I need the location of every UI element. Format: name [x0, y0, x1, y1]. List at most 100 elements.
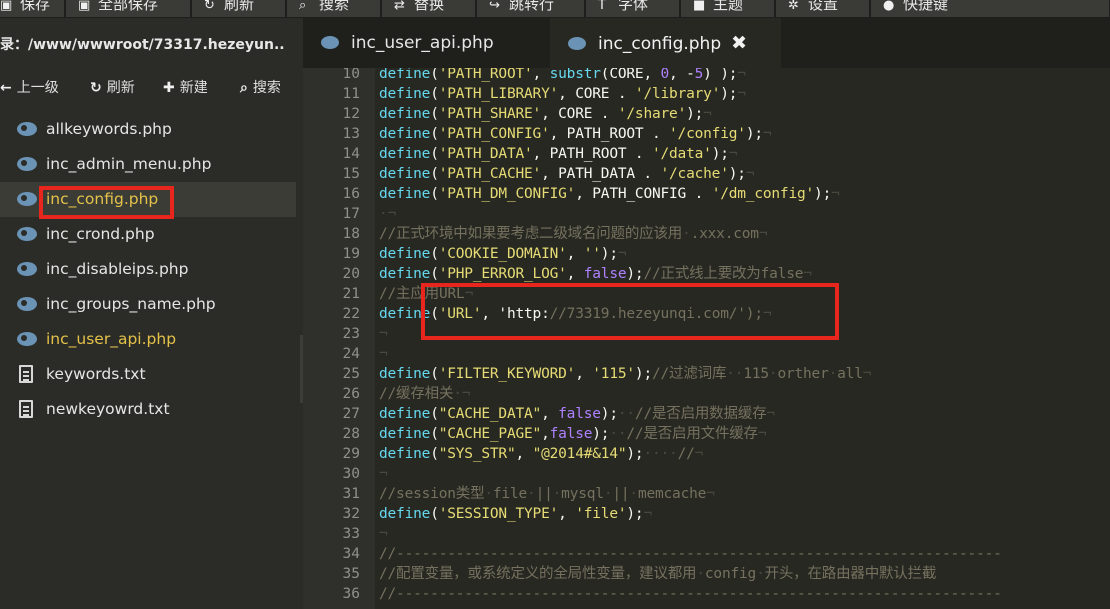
font-icon: T: [598, 0, 606, 13]
line-number: 20: [342, 266, 360, 282]
directory-path-bar: 目录：/www/wwwroot/73317.hezeyun...: [0, 18, 303, 68]
save-button[interactable]: ▣ 保存: [0, 0, 65, 17]
code-line[interactable]: ·¬: [379, 204, 396, 224]
tab-inc-config[interactable]: inc_config.php ✖: [550, 18, 781, 68]
info-icon: ●: [883, 0, 895, 13]
line-number: 12: [342, 106, 360, 122]
php-file-icon: [17, 120, 37, 138]
file-item-inc-admin-menu[interactable]: inc_admin_menu.php: [0, 147, 296, 182]
php-file-icon: [17, 260, 37, 278]
refresh-icon: ↻: [204, 0, 215, 13]
php-file-icon: [17, 295, 37, 313]
code-line[interactable]: define("CACHE_PAGE",false);··//是否启用文件缓存¬: [379, 424, 767, 444]
replace-button[interactable]: ⇄ 替换: [382, 0, 476, 17]
line-number: 10: [342, 68, 360, 82]
text-file-icon: [17, 400, 37, 418]
code-line[interactable]: define('COOKIE_DOMAIN', '');¬: [379, 244, 627, 264]
tab-inc-user-api[interactable]: inc_user_api.php: [303, 18, 550, 68]
line-number: 33: [342, 526, 360, 542]
goto-line-button[interactable]: ↪ 跳转行: [477, 0, 585, 17]
code-line[interactable]: define('PATH_ROOT', substr(CORE, 0, -5) …: [379, 68, 746, 84]
font-button[interactable]: T 字体: [586, 0, 680, 17]
line-number: 27: [342, 406, 360, 422]
search-button[interactable]: ⌕ 搜索: [287, 0, 381, 17]
refresh-icon: ↻: [90, 80, 102, 96]
theme-icon: ■: [693, 0, 706, 13]
code-line[interactable]: //session类型·file·||·mysql·||·memcache¬: [379, 484, 715, 504]
line-number: 24: [342, 346, 360, 362]
line-number: 32: [342, 506, 360, 522]
theme-button[interactable]: ■ 主题: [681, 0, 775, 17]
save-all-icon: ▣: [78, 0, 91, 13]
code-line[interactable]: //缓存相关·¬: [379, 384, 471, 404]
line-number: 17: [342, 206, 360, 222]
code-line[interactable]: define("SYS_STR", "@2014#&14");····//¬: [379, 444, 703, 464]
php-file-icon: [321, 36, 339, 49]
file-item-inc-user-api[interactable]: inc_user_api.php: [0, 322, 296, 357]
php-file-icon: [568, 37, 586, 50]
line-number: 21: [342, 286, 360, 302]
sidebar-actions: ← 上一级 ↻ 刷新 ✚ 新建 ⌕ 搜索: [0, 68, 303, 106]
php-file-icon: [17, 190, 37, 208]
line-number-gutter: 10 11 12 13 14 15 16 17 18 19 20 21 22 23 24 25 26 27 28 29…: [303, 68, 375, 609]
line-number: 35: [342, 566, 360, 582]
code-line[interactable]: //配置变量，或系统定义的全局性变量，建议都用·config·开头，在路由器中默…: [379, 564, 936, 584]
goto-line-icon: ↪: [489, 0, 500, 13]
code-line[interactable]: define('PATH_DATA', PATH_ROOT . '/data')…: [379, 144, 737, 164]
shortcuts-button[interactable]: ● 快捷键: [871, 0, 1110, 17]
line-number: 13: [342, 126, 360, 142]
search-icon: ⌕: [299, 0, 307, 13]
code-line[interactable]: //--------------------------------------…: [379, 544, 1002, 564]
gear-icon: ✲: [788, 0, 799, 13]
file-item-inc-disableips[interactable]: inc_disableips.php: [0, 252, 296, 287]
code-line[interactable]: define('SESSION_TYPE', 'file');¬: [379, 504, 652, 524]
save-all-button[interactable]: ▣ 全部保存: [66, 0, 191, 17]
line-number: 34: [342, 546, 360, 562]
file-item-keywords-txt[interactable]: keywords.txt: [0, 357, 296, 392]
highlight-box-file: [39, 186, 174, 219]
file-item-inc-crond[interactable]: inc_crond.php: [0, 217, 296, 252]
line-number: 25: [342, 366, 360, 382]
sidebar-search-button[interactable]: ⌕ 搜索: [240, 77, 281, 97]
code-line[interactable]: define('PATH_SHARE', CORE . '/share');¬: [379, 104, 712, 124]
line-number: 22: [342, 306, 360, 322]
php-file-icon: [17, 330, 37, 348]
code-line[interactable]: ¬: [379, 324, 388, 344]
plus-icon: ✚: [163, 80, 175, 96]
line-number: 11: [342, 86, 360, 102]
code-line[interactable]: define('PATH_CACHE', PATH_DATA . '/cache…: [379, 164, 755, 184]
code-line[interactable]: define('PATH_DM_CONFIG', PATH_CONFIG . '…: [379, 184, 840, 204]
code-line[interactable]: define('PATH_CONFIG', PATH_ROOT . '/conf…: [379, 124, 772, 144]
directory-path: 目录：/www/wwwroot/73317.hezeyun...: [0, 37, 286, 53]
close-icon[interactable]: ✖: [731, 32, 747, 54]
settings-button[interactable]: ✲ 设置: [776, 0, 870, 17]
code-line[interactable]: define('PHP_ERROR_LOG', false);//正式线上要改为…: [379, 264, 812, 284]
line-number: 31: [342, 486, 360, 502]
php-file-icon: [17, 155, 37, 173]
file-item-allkeywords[interactable]: allkeywords.php: [0, 112, 296, 147]
file-item-inc-groups-name[interactable]: inc_groups_name.php: [0, 287, 296, 322]
code-line[interactable]: define('PATH_LIBRARY', CORE . '/library'…: [379, 84, 746, 104]
parent-dir-button[interactable]: ← 上一级: [0, 77, 59, 97]
php-file-icon: [17, 225, 37, 243]
line-number: 18: [342, 226, 360, 242]
new-file-button[interactable]: ✚ 新建: [163, 77, 208, 97]
code-line[interactable]: define('FILTER_KEYWORD', '115');//过滤词库··…: [379, 364, 871, 384]
code-line[interactable]: //正式环境中如果要考虑二级域名问题的应该用·.xxx.com¬: [379, 224, 768, 244]
code-line[interactable]: define("CACHE_DATA", false);··//是否启用数据缓存…: [379, 404, 775, 424]
line-number: 28: [342, 426, 360, 442]
line-number: 36: [342, 586, 360, 602]
code-line[interactable]: ¬: [379, 344, 388, 364]
search-icon: ⌕: [240, 80, 248, 96]
refresh-button[interactable]: ↻ 刷新: [192, 0, 286, 17]
file-item-newkeyowrd-txt[interactable]: newkeyowrd.txt: [0, 392, 296, 427]
file-sidebar: 目录：/www/wwwroot/73317.hezeyun... ← 上一级 ↻ 刷…: [0, 18, 303, 609]
line-number: 23: [342, 326, 360, 342]
arrow-left-icon: ←: [0, 80, 12, 96]
code-line[interactable]: ¬: [379, 524, 388, 544]
code-line[interactable]: ¬: [379, 464, 388, 484]
line-number: 14: [342, 146, 360, 162]
code-line[interactable]: //--------------------------------------…: [379, 584, 1002, 604]
line-number: 29: [342, 446, 360, 462]
sidebar-refresh-button[interactable]: ↻ 刷新: [90, 77, 135, 97]
